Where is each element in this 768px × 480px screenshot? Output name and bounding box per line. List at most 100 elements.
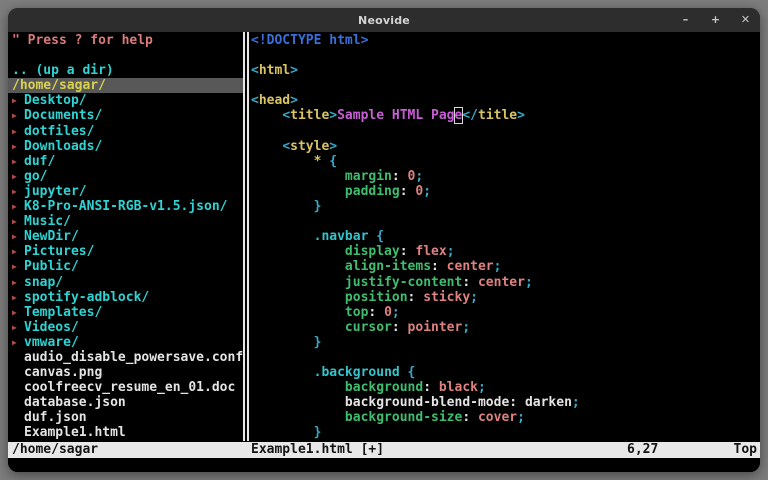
code-token [251,244,345,259]
netrw-entry-label: canvas.png [24,365,102,380]
code-token: ; [572,395,580,410]
netrw-dir-row[interactable]: ▶go/ [8,169,243,184]
code-token: display [345,244,400,259]
netrw-dir-row[interactable]: ▶K8-Pro-ANSI-RGB-v1.5.json/ [8,199,243,214]
window-separator[interactable] [242,32,250,441]
code-token: } [314,425,322,440]
code-line[interactable]: <style> [250,139,760,154]
code-line[interactable]: } [250,199,760,214]
netrw-file-row[interactable]: duf.json [8,410,243,425]
close-icon[interactable]: ✕ [739,8,752,32]
code-token: <!DOCTYPE html> [251,33,368,48]
code-token: : [392,320,408,335]
netrw-dir-row[interactable]: ▶vmware/ [8,335,243,350]
code-line[interactable]: justify-content: center; [250,275,760,290]
code-line[interactable]: background-blend-mode: darken; [250,395,760,410]
netrw-dir-row[interactable]: ▶Downloads/ [8,139,243,154]
netrw-dir-row[interactable]: ▶Desktop/ [8,93,243,108]
code-line[interactable]: <!DOCTYPE html> [250,33,760,48]
netrw-entry-label: coolfreecv_resume_en_01.doc [24,380,235,395]
code-line[interactable]: <title>Sample HTML Page</title> [250,108,760,123]
code-line[interactable] [250,124,760,139]
code-token [251,154,314,169]
code-token: flex [415,244,446,259]
code-line[interactable]: margin: 0; [250,169,760,184]
code-line[interactable]: align-items: center; [250,259,760,274]
netrw-dir-row[interactable]: ▶jupyter/ [8,184,243,199]
netrw-entry-label: vmware/ [24,335,79,350]
netrw-dir-row[interactable]: ▶Templates/ [8,305,243,320]
command-line[interactable] [8,458,760,472]
netrw-file-row[interactable]: audio_disable_powersave.conf [8,350,243,365]
code-token: ; [447,244,455,259]
netrw-entry-label: Music/ [24,214,71,229]
netrw-dir-row[interactable]: ▶Videos/ [8,320,243,335]
code-line[interactable]: cursor: pointer; [250,320,760,335]
netrw-dir-row[interactable]: ▶Music/ [8,214,243,229]
netrw-current-dir-row[interactable]: /home/sagar/ [8,78,243,93]
code-token: < [282,139,290,154]
code-line[interactable] [250,78,760,93]
code-token: > [517,108,525,123]
titlebar[interactable]: Neovide – + ✕ [8,8,760,32]
code-token: </ [462,108,478,123]
code-line[interactable]: } [250,335,760,350]
code-line[interactable]: top: 0; [250,305,760,320]
netrw-dir-row[interactable]: ▶NewDir/ [8,229,243,244]
statusline-filename: Example1.html [+] [251,442,384,458]
maximize-icon[interactable]: + [709,8,722,32]
code-line[interactable]: display: flex; [250,244,760,259]
editor-content-area: " Press ? for help .. (up a dir)/home/sa… [8,32,760,472]
code-line[interactable]: * { [250,154,760,169]
code-line[interactable] [250,48,760,63]
code-line[interactable]: background: black; [250,380,760,395]
netrw-file-row[interactable]: database.json [8,395,243,410]
netrw-file-row[interactable]: coolfreecv_resume_en_01.doc [8,380,243,395]
netrw-dir-row[interactable]: ▶Documents/ [8,108,243,123]
code-token: ; [423,184,431,199]
code-line[interactable]: .navbar { [250,229,760,244]
code-line[interactable] [250,214,760,229]
code-line[interactable]: } [250,425,760,440]
code-token [251,290,345,305]
code-token: sticky [423,290,470,305]
code-line[interactable]: .background { [250,365,760,380]
code-editor-pane: <!DOCTYPE html> <html> <head> <title>Sam… [250,33,760,441]
code-line[interactable]: <html> [250,63,760,78]
dir-arrow-icon: ▶ [12,108,24,123]
code-token: ; [525,275,533,290]
netrw-updir-row[interactable]: .. (up a dir) [8,63,243,78]
netrw-file-row[interactable]: canvas.png [8,365,243,380]
code-token: ; [517,410,525,425]
code-line[interactable]: background-size: cover; [250,410,760,425]
code-token: cover [478,410,517,425]
dir-arrow-icon: ▶ [12,335,24,350]
netrw-dir-row[interactable]: ▶Pictures/ [8,244,243,259]
netrw-dir-row[interactable]: ▶snap/ [8,275,243,290]
code-line[interactable]: <head> [250,93,760,108]
code-token: align-items [345,259,431,274]
code-token [251,320,345,335]
code-line[interactable]: position: sticky; [250,290,760,305]
code-token: > [290,63,298,78]
code-token: > [329,108,337,123]
code-token: top [345,305,368,320]
code-token: darken [525,395,572,410]
code-token: : [408,290,424,305]
netrw-dir-row[interactable]: ▶spotify-adblock/ [8,290,243,305]
code-line[interactable]: padding: 0; [250,184,760,199]
code-token: < [282,108,290,123]
netrw-entry-label: K8-Pro-ANSI-RGB-v1.5.json/ [24,199,228,214]
code-token: : [431,259,447,274]
netrw-dir-row[interactable]: ▶dotfiles/ [8,124,243,139]
code-token: background [345,380,423,395]
code-line[interactable] [250,350,760,365]
netrw-dir-row[interactable]: ▶duf/ [8,154,243,169]
netrw-file-row[interactable]: Example1.html [8,425,243,440]
netrw-entry-label: audio_disable_powersave.conf [24,350,243,365]
netrw-dir-row[interactable]: ▶Public/ [8,259,243,274]
minimize-icon[interactable]: – [679,8,692,32]
code-token: ; [470,290,478,305]
neovide-window: Neovide – + ✕ " Press ? for help .. (up … [8,8,760,472]
code-token [251,275,345,290]
